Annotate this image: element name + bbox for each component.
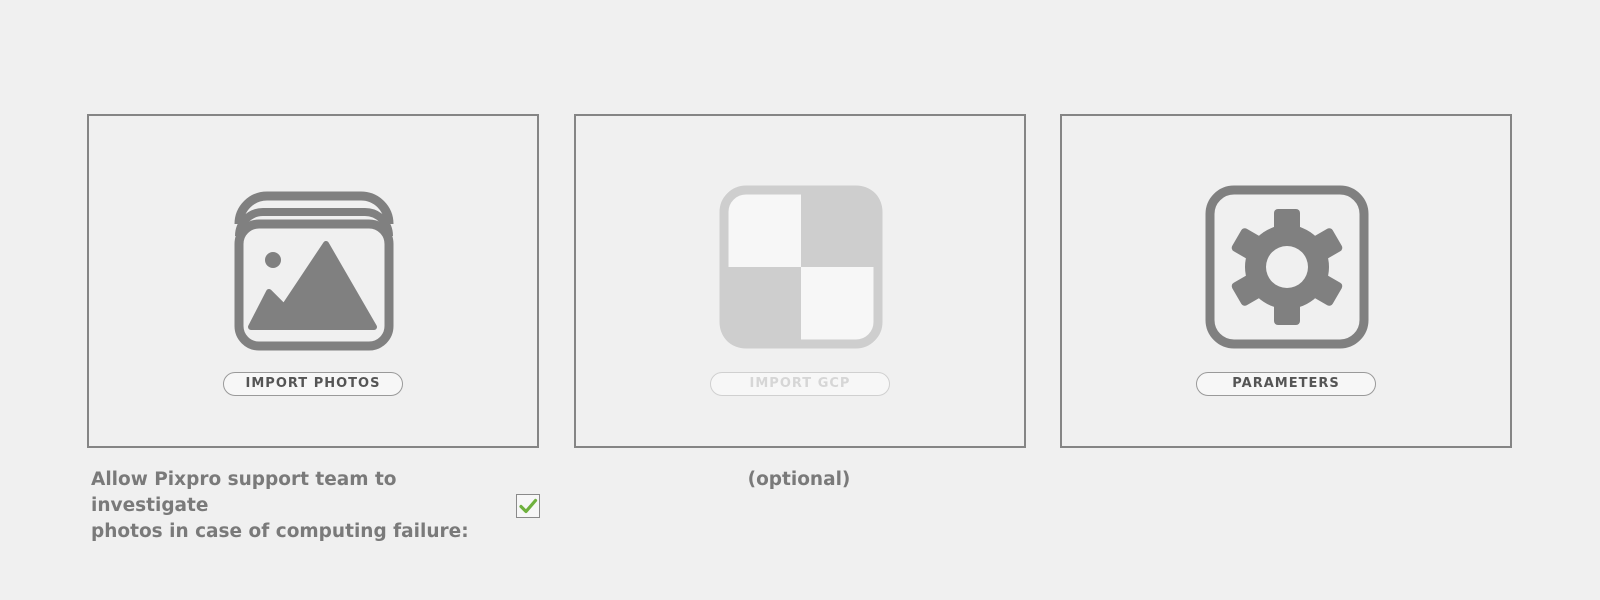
parameters-button[interactable]: PARAMETERS [1196, 372, 1376, 396]
photos-stack-icon [229, 182, 399, 352]
support-consent-line1: Allow Pixpro support team to investigate [91, 469, 397, 516]
import-photos-card[interactable]: IMPORT PHOTOS [87, 114, 539, 448]
support-consent-checkbox[interactable] [516, 494, 540, 518]
import-workspace: IMPORT PHOTOS IMPORT GCP PARAMETERS Allo… [0, 0, 1600, 600]
import-photos-button[interactable]: IMPORT PHOTOS [223, 372, 403, 396]
parameters-card[interactable]: PARAMETERS [1060, 114, 1512, 448]
import-gcp-card: IMPORT GCP [574, 114, 1026, 448]
import-gcp-button: IMPORT GCP [710, 372, 890, 396]
support-consent-label: Allow Pixpro support team to investigate… [91, 467, 511, 545]
checkerboard-target-icon [716, 182, 886, 352]
support-consent-line2: photos in case of computing failure: [91, 521, 469, 542]
checkmark-icon [519, 498, 538, 514]
gear-icon [1202, 182, 1372, 352]
gcp-optional-note: (optional) [747, 469, 851, 490]
